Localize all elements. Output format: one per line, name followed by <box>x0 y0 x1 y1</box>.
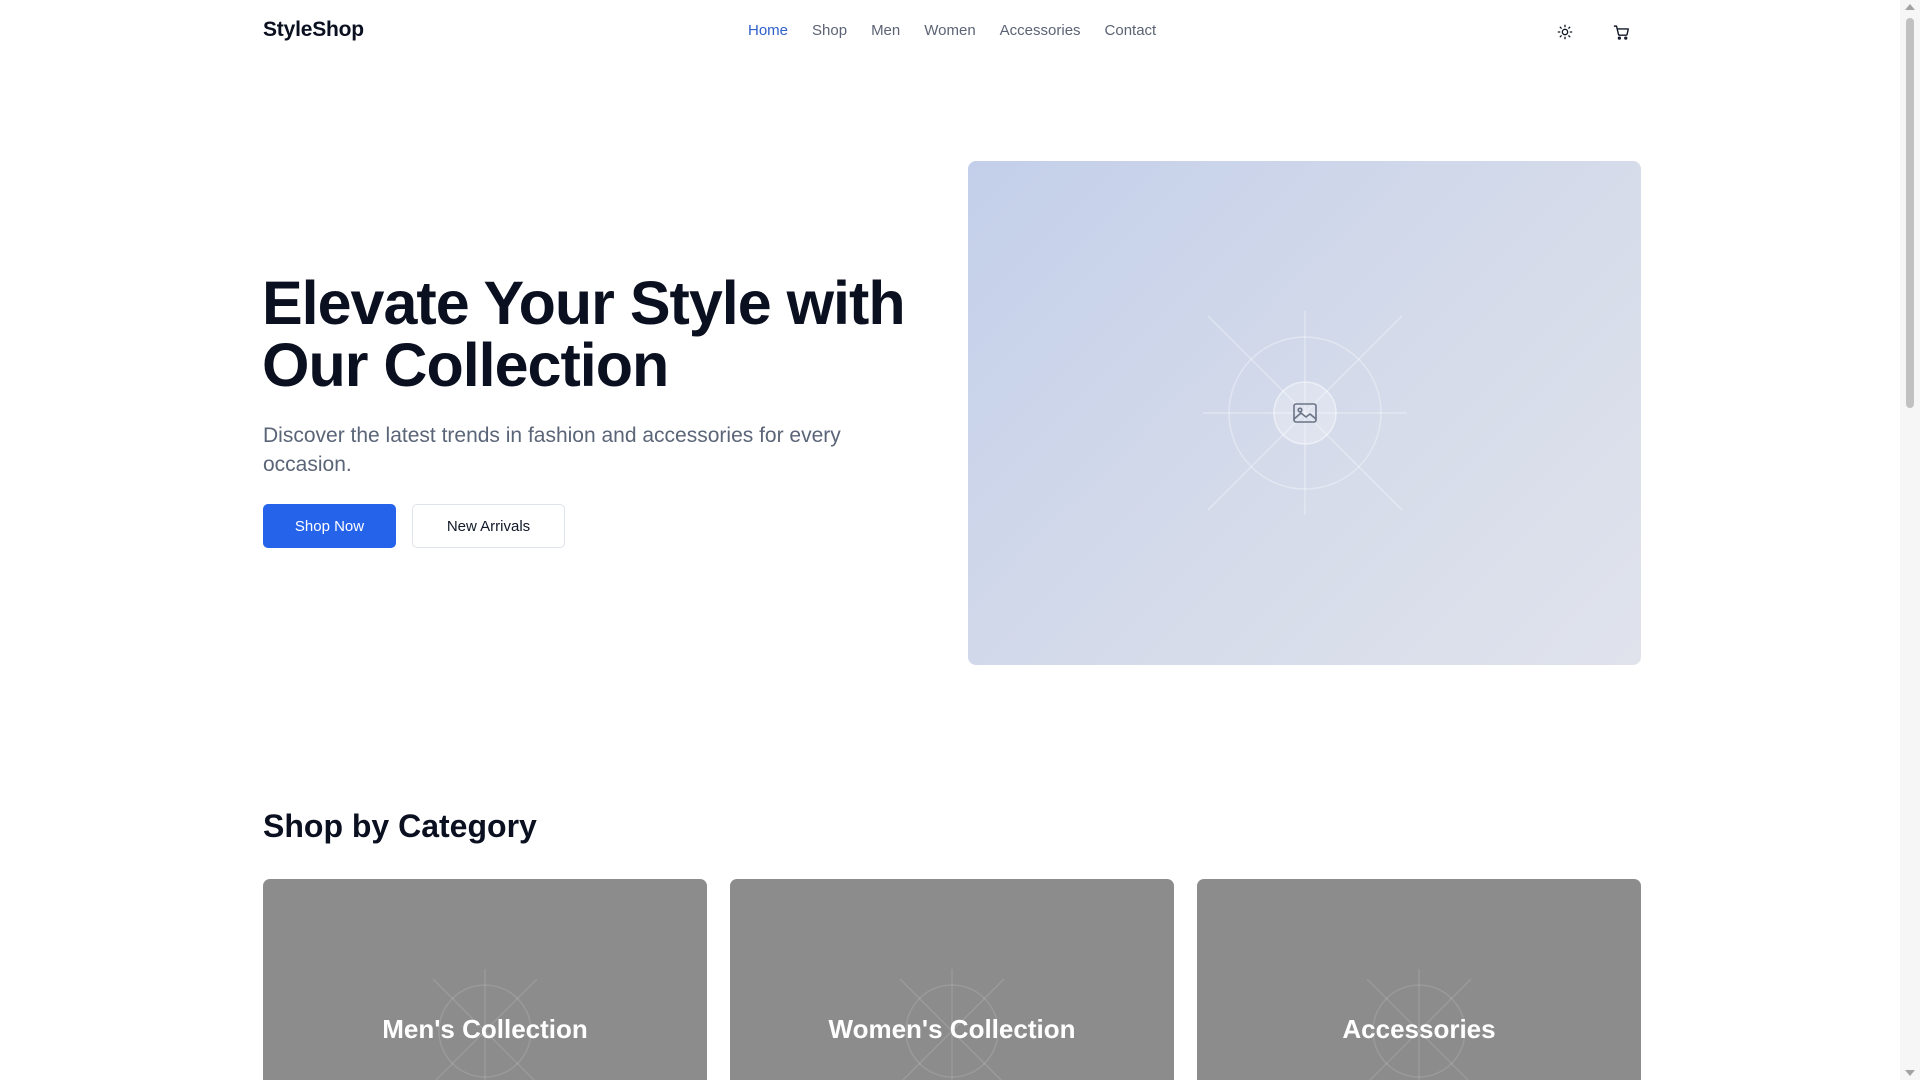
site-logo[interactable]: StyleShop <box>263 18 364 42</box>
hero-title: Elevate Your Style with Our Collection <box>262 269 906 399</box>
shop-now-button[interactable]: Shop Now <box>263 504 396 548</box>
category-card-women[interactable]: Women's Collection <box>730 879 1174 1080</box>
hero-image <box>968 161 1641 665</box>
theme-toggle-button[interactable] <box>1553 20 1577 44</box>
scroll-down-arrow-icon[interactable] <box>1905 1070 1915 1076</box>
new-arrivals-button[interactable]: New Arrivals <box>412 504 565 548</box>
cart-icon <box>1613 24 1629 40</box>
category-label: Women's Collection <box>828 1014 1076 1044</box>
vertical-scrollbar[interactable] <box>1900 0 1920 1080</box>
category-card-accessories[interactable]: Accessories <box>1197 879 1641 1080</box>
category-label: Accessories <box>1342 1014 1496 1044</box>
site-header: StyleShop Home Shop Men Women Accessorie… <box>0 0 1900 64</box>
scroll-up-arrow-icon[interactable] <box>1905 4 1915 10</box>
category-label: Men's Collection <box>382 1014 588 1044</box>
nav-women[interactable]: Women <box>924 22 975 39</box>
sun-icon <box>1557 24 1573 40</box>
nav-home[interactable]: Home <box>748 22 788 39</box>
cart-button[interactable] <box>1609 20 1633 44</box>
nav-contact[interactable]: Contact <box>1105 22 1157 39</box>
scrollbar-thumb[interactable] <box>1906 18 1914 408</box>
nav-shop[interactable]: Shop <box>812 22 847 39</box>
main-nav: Home Shop Men Women Accessories Contact <box>748 22 1156 39</box>
category-section-title: Shop by Category <box>263 808 537 844</box>
nav-accessories[interactable]: Accessories <box>1000 22 1081 39</box>
hero-subtitle: Discover the latest trends in fashion an… <box>263 424 841 476</box>
category-card-men[interactable]: Men's Collection <box>263 879 707 1080</box>
nav-men[interactable]: Men <box>871 22 900 39</box>
